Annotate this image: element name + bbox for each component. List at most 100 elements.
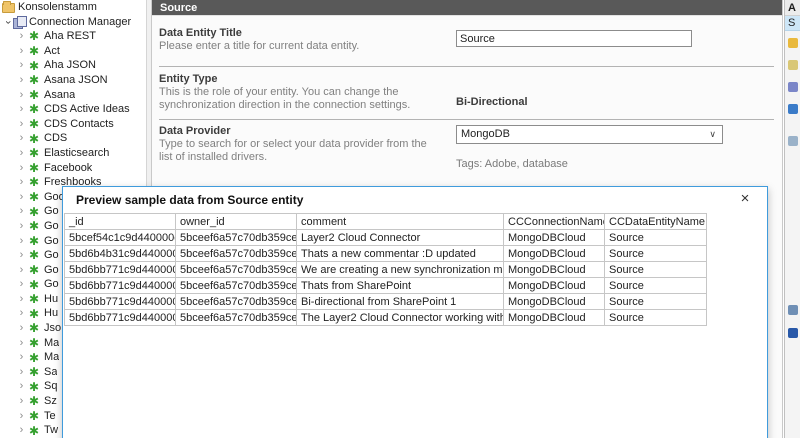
dialog-title: Preview sample data from Source entity bbox=[76, 187, 303, 213]
tree-item-console-root[interactable]: Konsolenstamm bbox=[0, 0, 146, 15]
chevron-right-icon[interactable]: › bbox=[16, 306, 27, 321]
chevron-right-icon[interactable]: › bbox=[16, 365, 27, 380]
note-icon[interactable] bbox=[788, 60, 798, 70]
chevron-right-icon[interactable]: › bbox=[16, 409, 27, 424]
chevron-right-icon[interactable]: › bbox=[16, 117, 27, 132]
chevron-right-icon[interactable]: › bbox=[16, 161, 27, 176]
chevron-right-icon[interactable]: › bbox=[16, 263, 27, 278]
table-row[interactable]: 5bcef54c1c9d440000c389aa5bceef6a57c70db3… bbox=[65, 230, 707, 246]
chevron-right-icon[interactable]: › bbox=[16, 102, 27, 117]
chevron-right-icon[interactable]: › bbox=[16, 277, 27, 292]
tree-item-cds-contacts[interactable]: ›✱CDS Contacts bbox=[0, 117, 146, 132]
data-entity-title-input[interactable] bbox=[456, 30, 692, 47]
chevron-right-icon[interactable]: › bbox=[16, 88, 27, 103]
chevron-right-icon[interactable]: › bbox=[16, 146, 27, 161]
connector-icon: ✱ bbox=[27, 191, 41, 203]
table-cell: Source bbox=[605, 294, 707, 310]
tree-item-aha-json[interactable]: ›✱Aha JSON bbox=[0, 58, 146, 73]
chevron-right-icon[interactable]: › bbox=[16, 336, 27, 351]
table-row[interactable]: 5bd6bb771c9d4400008165f65bceef6a57c70db3… bbox=[65, 278, 707, 294]
tree-item-label: Go bbox=[41, 234, 59, 249]
table-cell: Source bbox=[605, 262, 707, 278]
tree-item-label: Connection Manager bbox=[26, 15, 131, 30]
chevron-right-icon[interactable]: › bbox=[16, 190, 27, 205]
chevron-right-icon[interactable]: › bbox=[16, 219, 27, 234]
tree-item-label: Go bbox=[41, 204, 59, 219]
close-icon[interactable]: × bbox=[736, 189, 754, 209]
connection-manager-icon bbox=[13, 16, 26, 28]
properties-icon[interactable] bbox=[788, 136, 798, 146]
chevron-right-icon[interactable]: › bbox=[16, 350, 27, 365]
table-cell: Layer2 Cloud Connector bbox=[297, 230, 504, 246]
chevron-right-icon[interactable]: › bbox=[16, 73, 27, 88]
tree-item-label: Konsolenstamm bbox=[15, 0, 97, 15]
chevron-right-icon[interactable]: › bbox=[16, 234, 27, 249]
chevron-right-icon[interactable]: › bbox=[16, 321, 27, 336]
connector-icon: ✱ bbox=[27, 337, 41, 349]
table-row[interactable]: 5bd6bb771c9d4400008165f85bceef6a57c70db3… bbox=[65, 310, 707, 326]
tree-item-label: Sa bbox=[41, 365, 57, 380]
item-icon[interactable] bbox=[788, 305, 798, 315]
tree-item-label: Ma bbox=[41, 350, 59, 365]
connector-icon: ✱ bbox=[27, 74, 41, 86]
chevron-right-icon[interactable]: › bbox=[16, 394, 27, 409]
chevron-right-icon[interactable]: › bbox=[16, 248, 27, 263]
tree-item-label: Facebook bbox=[41, 161, 92, 176]
chevron-right-icon[interactable]: › bbox=[16, 292, 27, 307]
tree-item-asana[interactable]: ›✱Asana bbox=[0, 88, 146, 103]
connector-icon: ✱ bbox=[27, 249, 41, 261]
table-cell: 5bd6bb771c9d4400008165f5 bbox=[65, 262, 176, 278]
data-provider-selected-value: MongoDB bbox=[461, 128, 510, 140]
tree-item-cds[interactable]: ›✱CDS bbox=[0, 131, 146, 146]
arrow-icon[interactable] bbox=[788, 104, 798, 114]
help-icon[interactable] bbox=[788, 328, 798, 338]
table-row[interactable]: 5bd6bb771c9d4400008165f75bceef6a57c70db3… bbox=[65, 294, 707, 310]
chevron-right-icon[interactable]: › bbox=[16, 379, 27, 394]
chevron-right-icon[interactable]: › bbox=[16, 58, 27, 73]
table-cell: 5bd6b4b31c9d4400008165f4 bbox=[65, 246, 176, 262]
tree-item-label: Hu bbox=[41, 292, 58, 307]
table-cell: MongoDBCloud bbox=[504, 230, 605, 246]
chevron-right-icon[interactable]: › bbox=[16, 29, 27, 44]
table-cell: 5bceef6a57c70db359ce5b2c bbox=[176, 278, 297, 294]
connector-icon: ✱ bbox=[27, 30, 41, 42]
tree-item-elasticsearch[interactable]: ›✱Elasticsearch bbox=[0, 146, 146, 161]
preview-sample-data-dialog: Preview sample data from Source entity ×… bbox=[62, 186, 768, 438]
chevron-right-icon[interactable]: › bbox=[16, 423, 27, 438]
dialog-titlebar[interactable]: Preview sample data from Source entity × bbox=[63, 187, 767, 213]
tree-item-label: CDS Active Ideas bbox=[41, 102, 130, 117]
connector-icon: ✱ bbox=[27, 425, 41, 437]
column-header-ccdataentityname[interactable]: CCDataEntityName bbox=[605, 214, 707, 230]
chevron-right-icon[interactable]: › bbox=[16, 131, 27, 146]
table-row[interactable]: 5bd6b4b31c9d4400008165f45bceef6a57c70db3… bbox=[65, 246, 707, 262]
column-header-_id[interactable]: _id bbox=[65, 214, 176, 230]
tree-item-label: Aha JSON bbox=[41, 58, 96, 73]
tree-item-facebook[interactable]: ›✱Facebook bbox=[0, 161, 146, 176]
tree-item-aha-rest[interactable]: ›✱Aha REST bbox=[0, 29, 146, 44]
tree-item-label: Ma bbox=[41, 336, 59, 351]
column-header-owner_id[interactable]: owner_id bbox=[176, 214, 297, 230]
table-row[interactable]: 5bd6bb771c9d4400008165f55bceef6a57c70db3… bbox=[65, 262, 707, 278]
chevron-right-icon[interactable]: › bbox=[16, 175, 27, 190]
chevron-right-icon[interactable]: › bbox=[16, 44, 27, 59]
tree-item-connection-manager[interactable]: › Connection Manager bbox=[0, 15, 146, 30]
actions-pane-selected-section[interactable]: S bbox=[785, 16, 800, 31]
tree-item-label: Elasticsearch bbox=[41, 146, 109, 161]
column-header-comment[interactable]: comment bbox=[297, 214, 504, 230]
table-cell: Source bbox=[605, 246, 707, 262]
chevron-right-icon[interactable]: › bbox=[16, 204, 27, 219]
connector-icon: ✱ bbox=[27, 381, 41, 393]
tree-item-act[interactable]: ›✱Act bbox=[0, 44, 146, 59]
new-item-icon[interactable] bbox=[788, 38, 798, 48]
connector-icon: ✱ bbox=[27, 293, 41, 305]
table-body: 5bcef54c1c9d440000c389aa5bceef6a57c70db3… bbox=[65, 230, 707, 326]
data-provider-select[interactable]: MongoDB ∨ bbox=[456, 125, 723, 144]
tree-item-asana-json[interactable]: ›✱Asana JSON bbox=[0, 73, 146, 88]
column-header-ccconnectionname[interactable]: CCConnectionName bbox=[504, 214, 605, 230]
tree-item-cds-active-ideas[interactable]: ›✱CDS Active Ideas bbox=[0, 102, 146, 117]
table-cell: Bi-directional from SharePoint 1 bbox=[297, 294, 504, 310]
folder-icon bbox=[2, 3, 15, 13]
settings-icon[interactable] bbox=[788, 82, 798, 92]
entity-type-label: Entity Type bbox=[159, 73, 217, 85]
connector-icon: ✱ bbox=[27, 395, 41, 407]
